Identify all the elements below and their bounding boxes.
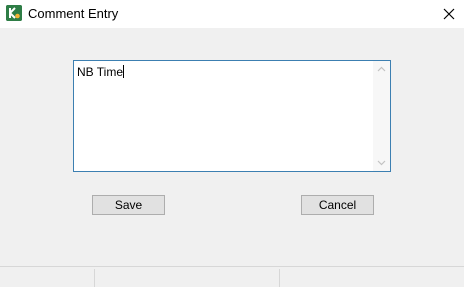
comment-textarea[interactable]: NB Time: [73, 60, 391, 172]
status-divider: [94, 269, 95, 287]
comment-text: NB Time: [77, 65, 125, 79]
title-bar: Comment Entry: [0, 0, 464, 28]
scroll-up-arrow-icon[interactable]: [377, 66, 386, 72]
close-icon: [443, 8, 455, 20]
save-button[interactable]: Save: [92, 195, 165, 215]
status-bar: [0, 266, 464, 287]
close-button[interactable]: [434, 0, 464, 28]
vertical-scrollbar[interactable]: [373, 61, 390, 171]
status-divider: [279, 269, 280, 287]
scroll-down-arrow-icon[interactable]: [377, 160, 386, 166]
text-caret: [123, 65, 125, 78]
cancel-button[interactable]: Cancel: [301, 195, 374, 215]
app-logo-icon: [6, 5, 22, 21]
window-title: Comment Entry: [28, 6, 119, 21]
